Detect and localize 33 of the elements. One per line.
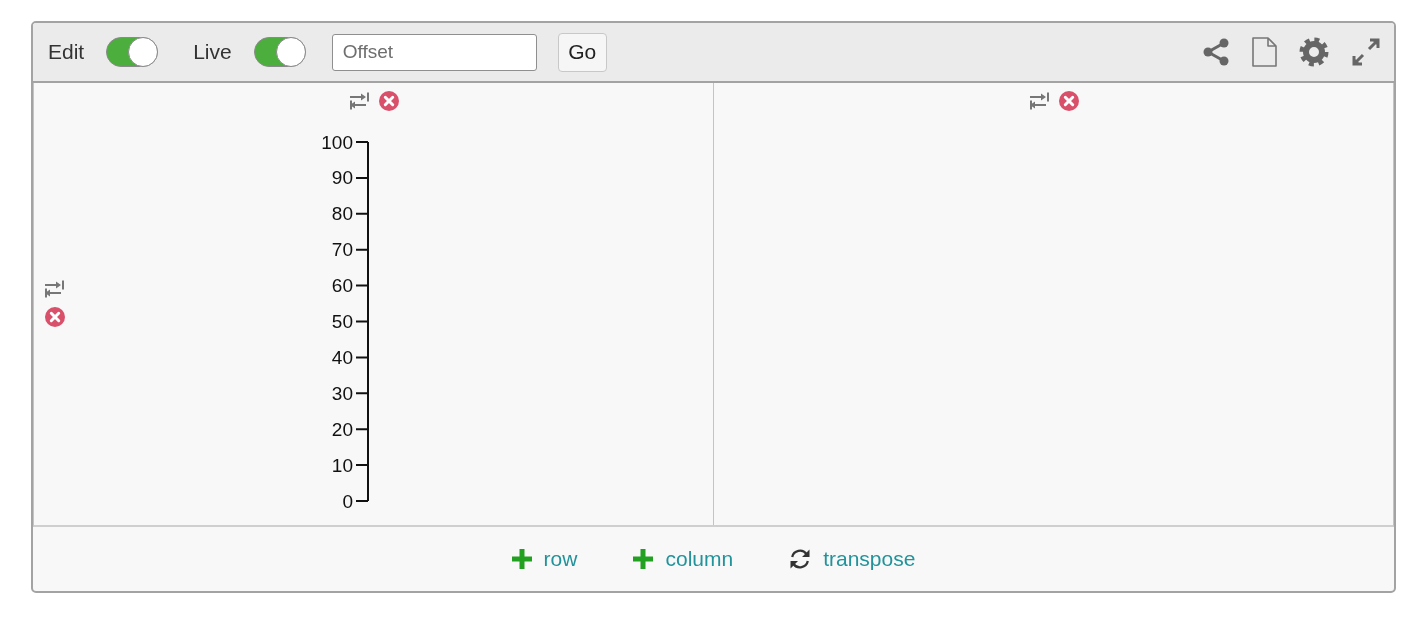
rotate-arrows-icon <box>789 548 812 570</box>
y-tick-label: 90 <box>331 167 353 189</box>
close-icon[interactable] <box>378 91 399 111</box>
share-icon[interactable] <box>1202 38 1230 66</box>
y-tick-label: 80 <box>331 203 353 225</box>
offset-input[interactable]: Offset <box>331 33 537 71</box>
y-tick-label: 50 <box>331 311 353 332</box>
go-button[interactable]: Go <box>557 32 607 72</box>
toggle-label: Edit <box>48 40 85 64</box>
y-tick-label: 10 <box>331 454 353 476</box>
y-tick-label: 30 <box>331 382 353 404</box>
y-tick-label: 70 <box>331 239 353 261</box>
y-tick-label: 20 <box>331 418 353 440</box>
plus-icon <box>511 549 532 569</box>
toggle-switch[interactable] <box>106 37 159 67</box>
swap-arrows-icon[interactable] <box>348 91 370 111</box>
y-tick-label: 100 <box>320 131 353 153</box>
close-icon[interactable] <box>1058 91 1079 111</box>
add-link[interactable]: column <box>633 547 734 571</box>
swap-arrows-icon[interactable] <box>44 279 65 299</box>
settings-icon[interactable] <box>1299 37 1329 67</box>
y-tick-label: 60 <box>331 275 353 297</box>
y-tick-label: 40 <box>331 346 353 368</box>
document-icon[interactable] <box>1252 37 1277 67</box>
swap-arrows-icon[interactable] <box>1028 91 1050 111</box>
toggle-switch[interactable] <box>253 37 306 67</box>
y-tick-label: 0 <box>341 490 353 512</box>
plus-icon <box>633 549 654 569</box>
close-icon[interactable] <box>44 307 65 327</box>
expand-icon[interactable] <box>1351 37 1381 67</box>
add-link[interactable]: row <box>511 547 578 571</box>
toggle-label: Live <box>193 40 232 64</box>
transpose-link[interactable]: transpose <box>789 547 916 571</box>
